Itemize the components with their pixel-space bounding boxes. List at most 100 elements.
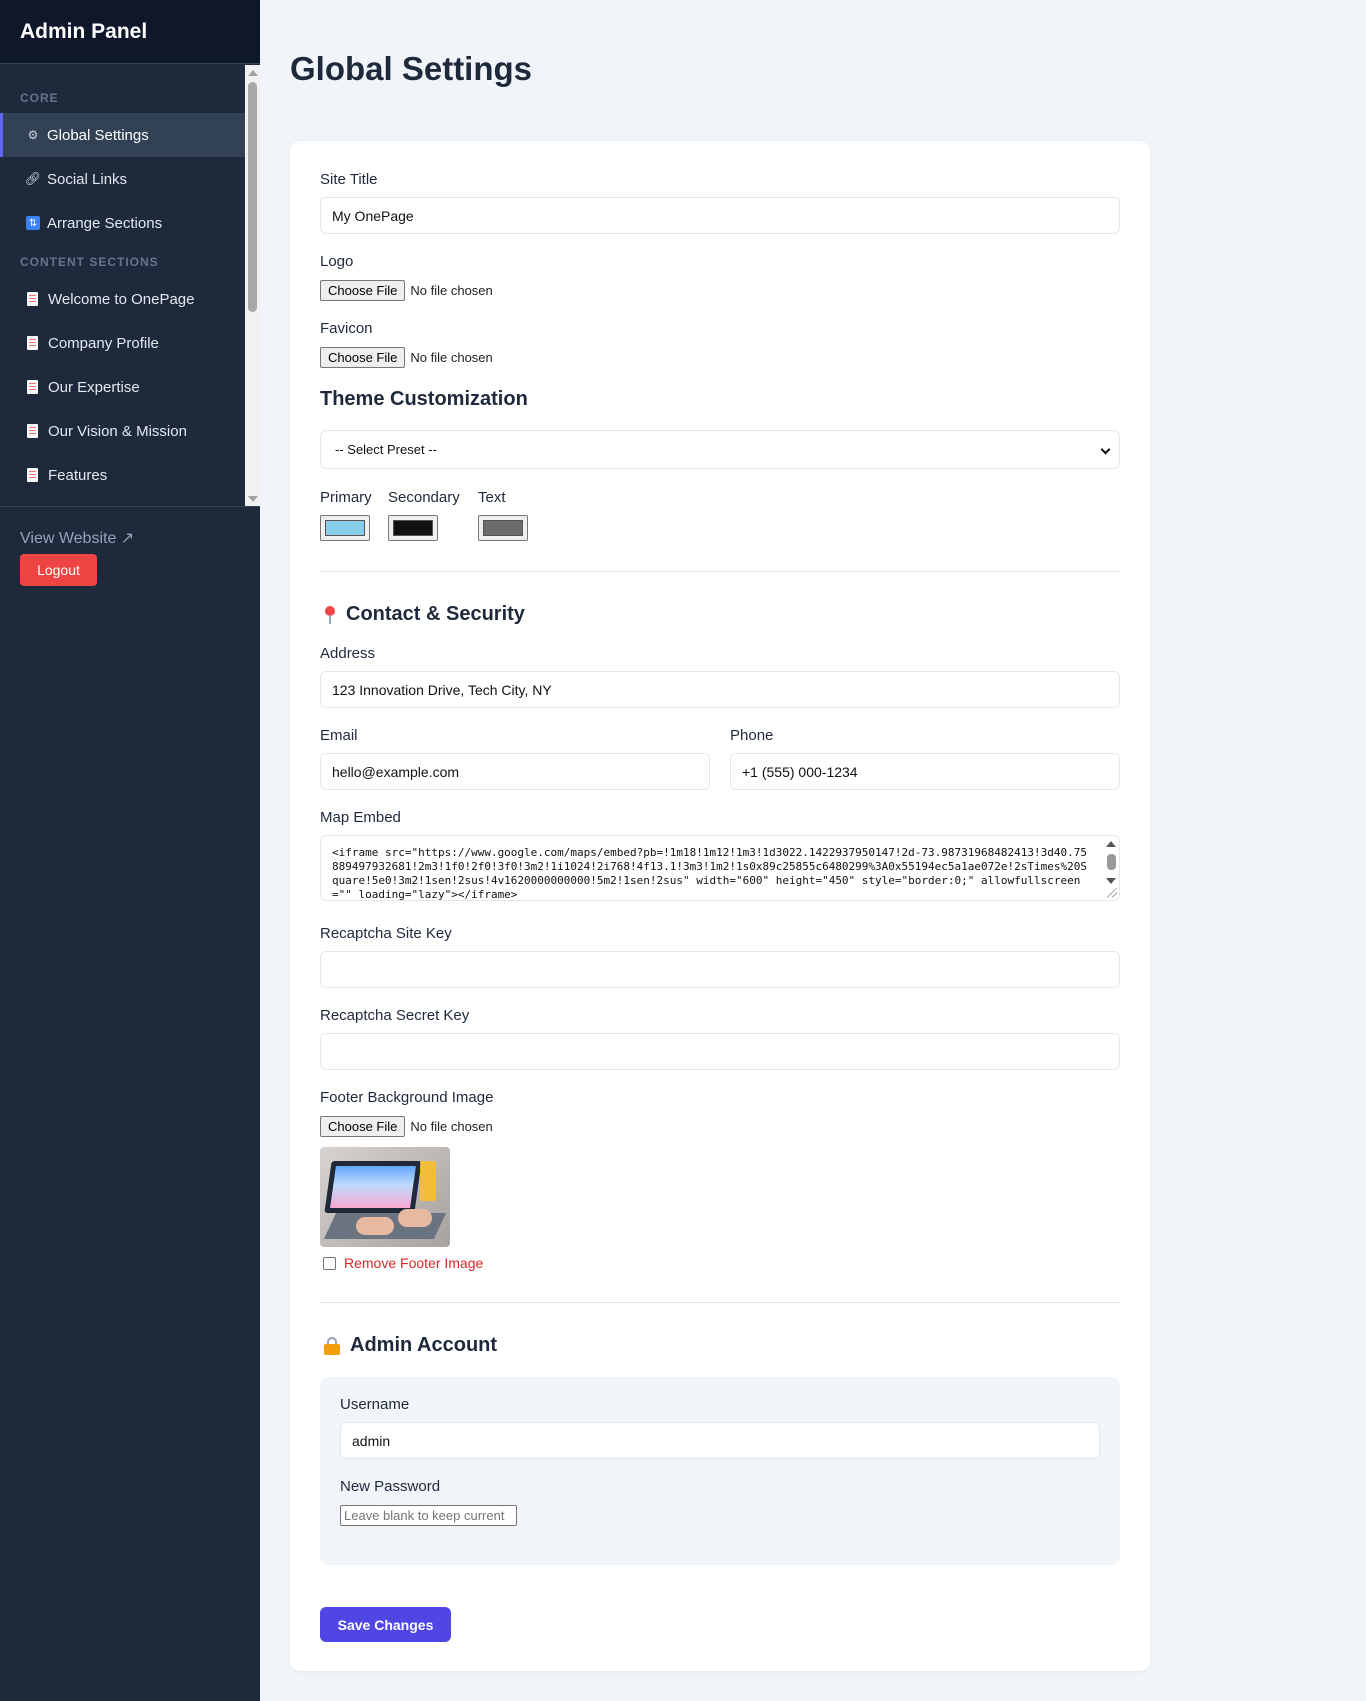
logout-button[interactable]: Logout (20, 554, 97, 586)
scroll-thumb[interactable] (1107, 854, 1116, 870)
remove-footer-image-checkbox[interactable] (323, 1256, 336, 1270)
sidebar-nav: CORE ⚙ Global Settings 🔗︎ Social Links ⇅… (0, 65, 260, 507)
scroll-down-arrow-icon[interactable] (1106, 878, 1116, 884)
favicon-file-input: Choose File No file chosen (320, 347, 493, 368)
text-color-fill (483, 520, 523, 536)
text-color-label: Text (478, 489, 506, 506)
nav-section-core: CORE (20, 91, 59, 105)
phone-label: Phone (730, 727, 774, 744)
new-password-input[interactable] (340, 1505, 517, 1526)
footer-image-preview (320, 1147, 450, 1247)
contact-section-title: Contact & Security (324, 603, 525, 626)
footer-bg-file-input: Choose File No file chosen (320, 1116, 493, 1137)
lock-icon (324, 1336, 340, 1355)
divider (320, 571, 1120, 572)
recaptcha-secret-key-input[interactable] (320, 1033, 1120, 1070)
phone-input[interactable]: +1 (555) 000-1234 (730, 753, 1120, 790)
page-title: Global Settings (290, 50, 533, 87)
map-embed-label: Map Embed (320, 809, 401, 826)
logo-choose-file-button[interactable]: Choose File (320, 280, 406, 301)
secondary-color-label: Secondary (388, 489, 460, 506)
secondary-color-fill (393, 520, 433, 536)
page-icon (27, 380, 38, 394)
recaptcha-site-key-label: Recaptcha Site Key (320, 925, 452, 942)
recaptcha-site-key-input[interactable] (320, 951, 1120, 988)
remove-footer-image-option: Remove Footer Image (320, 1255, 483, 1271)
sidebar-scrollbar[interactable] (245, 65, 260, 506)
address-label: Address (320, 645, 376, 662)
primary-color-fill (325, 520, 365, 536)
sidebar-item-features[interactable]: Features (0, 453, 245, 497)
map-embed-text: <iframe src="https://www.google.com/maps… (332, 846, 1087, 901)
brand-title: Admin Panel (20, 19, 148, 43)
sidebar-item-label: Global Settings (47, 126, 149, 144)
divider (320, 1302, 1120, 1303)
remove-footer-image-label[interactable]: Remove Footer Image (344, 1255, 483, 1271)
page-icon (27, 336, 38, 350)
sidebar: Admin Panel CORE ⚙ Global Settings 🔗︎ So… (0, 0, 260, 1701)
chevron-down-icon (1100, 444, 1111, 455)
page-icon (27, 468, 38, 482)
logo-file-status: No file chosen (410, 283, 493, 298)
sidebar-item-label: Our Vision & Mission (48, 422, 187, 440)
footer-bg-label: Footer Background Image (320, 1089, 494, 1106)
save-changes-button[interactable]: Save Changes (320, 1607, 451, 1642)
primary-color-label: Primary (320, 489, 372, 506)
view-website-link[interactable]: View Website ↗ (20, 528, 134, 548)
favicon-label: Favicon (320, 320, 373, 337)
preset-select-value: -- Select Preset -- (335, 442, 437, 457)
resize-handle-icon[interactable] (1107, 888, 1117, 898)
footer-bg-file-status: No file chosen (410, 1119, 493, 1134)
link-icon: 🔗︎ (24, 171, 42, 186)
site-title-label: Site Title (320, 171, 378, 188)
address-input[interactable]: 123 Innovation Drive, Tech City, NY (320, 671, 1120, 708)
theme-section-title-text: Theme Customization (320, 388, 528, 410)
site-title-input[interactable]: My OnePage (320, 197, 1120, 234)
arrows-icon: ⇅ (26, 216, 40, 230)
username-label: Username (340, 1396, 410, 1413)
scroll-up-arrow-icon[interactable] (248, 70, 258, 76)
scroll-down-arrow-icon[interactable] (248, 496, 258, 502)
map-embed-textarea[interactable]: <iframe src="https://www.google.com/maps… (320, 835, 1120, 901)
page-icon (27, 424, 38, 438)
preset-select[interactable]: -- Select Preset -- (320, 430, 1120, 469)
theme-section-title: Theme Customization (320, 388, 528, 411)
scroll-up-arrow-icon[interactable] (1106, 841, 1116, 847)
scroll-thumb[interactable] (248, 82, 257, 312)
sidebar-item-label: Social Links (47, 170, 128, 188)
laptop-image (324, 1161, 422, 1213)
nav-section-content: CONTENT SECTIONS (20, 255, 159, 269)
sidebar-item-label: Welcome to OnePage (48, 290, 195, 308)
logo-file-input: Choose File No file chosen (320, 280, 493, 301)
brand: Admin Panel (0, 0, 260, 64)
sidebar-item-our-expertise[interactable]: Our Expertise (0, 365, 245, 409)
page-icon (27, 292, 38, 306)
email-input[interactable]: hello@example.com (320, 753, 710, 790)
sidebar-item-label: Features (48, 466, 108, 484)
logo-label: Logo (320, 253, 354, 270)
sidebar-item-vision-mission[interactable]: Our Vision & Mission (0, 409, 245, 453)
pin-icon (324, 605, 336, 624)
sidebar-item-social-links[interactable]: 🔗︎ Social Links (0, 157, 245, 201)
username-input[interactable]: admin (340, 1422, 1100, 1459)
sidebar-item-global-settings[interactable]: ⚙ Global Settings (0, 113, 245, 157)
admin-section-title-text: Admin Account (350, 1334, 498, 1356)
favicon-choose-file-button[interactable]: Choose File (320, 347, 406, 368)
new-password-label: New Password (340, 1478, 441, 1495)
primary-color-picker[interactable] (320, 515, 370, 541)
recaptcha-secret-key-label: Recaptcha Secret Key (320, 1007, 470, 1024)
sidebar-item-welcome[interactable]: Welcome to OnePage (0, 277, 245, 321)
sidebar-item-label: Company Profile (48, 334, 159, 352)
sidebar-item-label: Our Expertise (48, 378, 140, 396)
sidebar-item-company-profile[interactable]: Company Profile (0, 321, 245, 365)
admin-account-box: Username admin New Password (320, 1377, 1120, 1565)
sidebar-footer: View Website ↗ Logout (20, 528, 134, 586)
sidebar-item-arrange-sections[interactable]: ⇅ Arrange Sections (0, 201, 245, 245)
settings-card: Site Title My OnePage Logo Choose File N… (290, 141, 1150, 1671)
sidebar-item-label: Arrange Sections (47, 214, 163, 232)
secondary-color-picker[interactable] (388, 515, 438, 541)
footer-bg-choose-file-button[interactable]: Choose File (320, 1116, 406, 1137)
email-label: Email (320, 727, 358, 744)
text-color-picker[interactable] (478, 515, 528, 541)
admin-section-title: Admin Account (324, 1334, 497, 1357)
